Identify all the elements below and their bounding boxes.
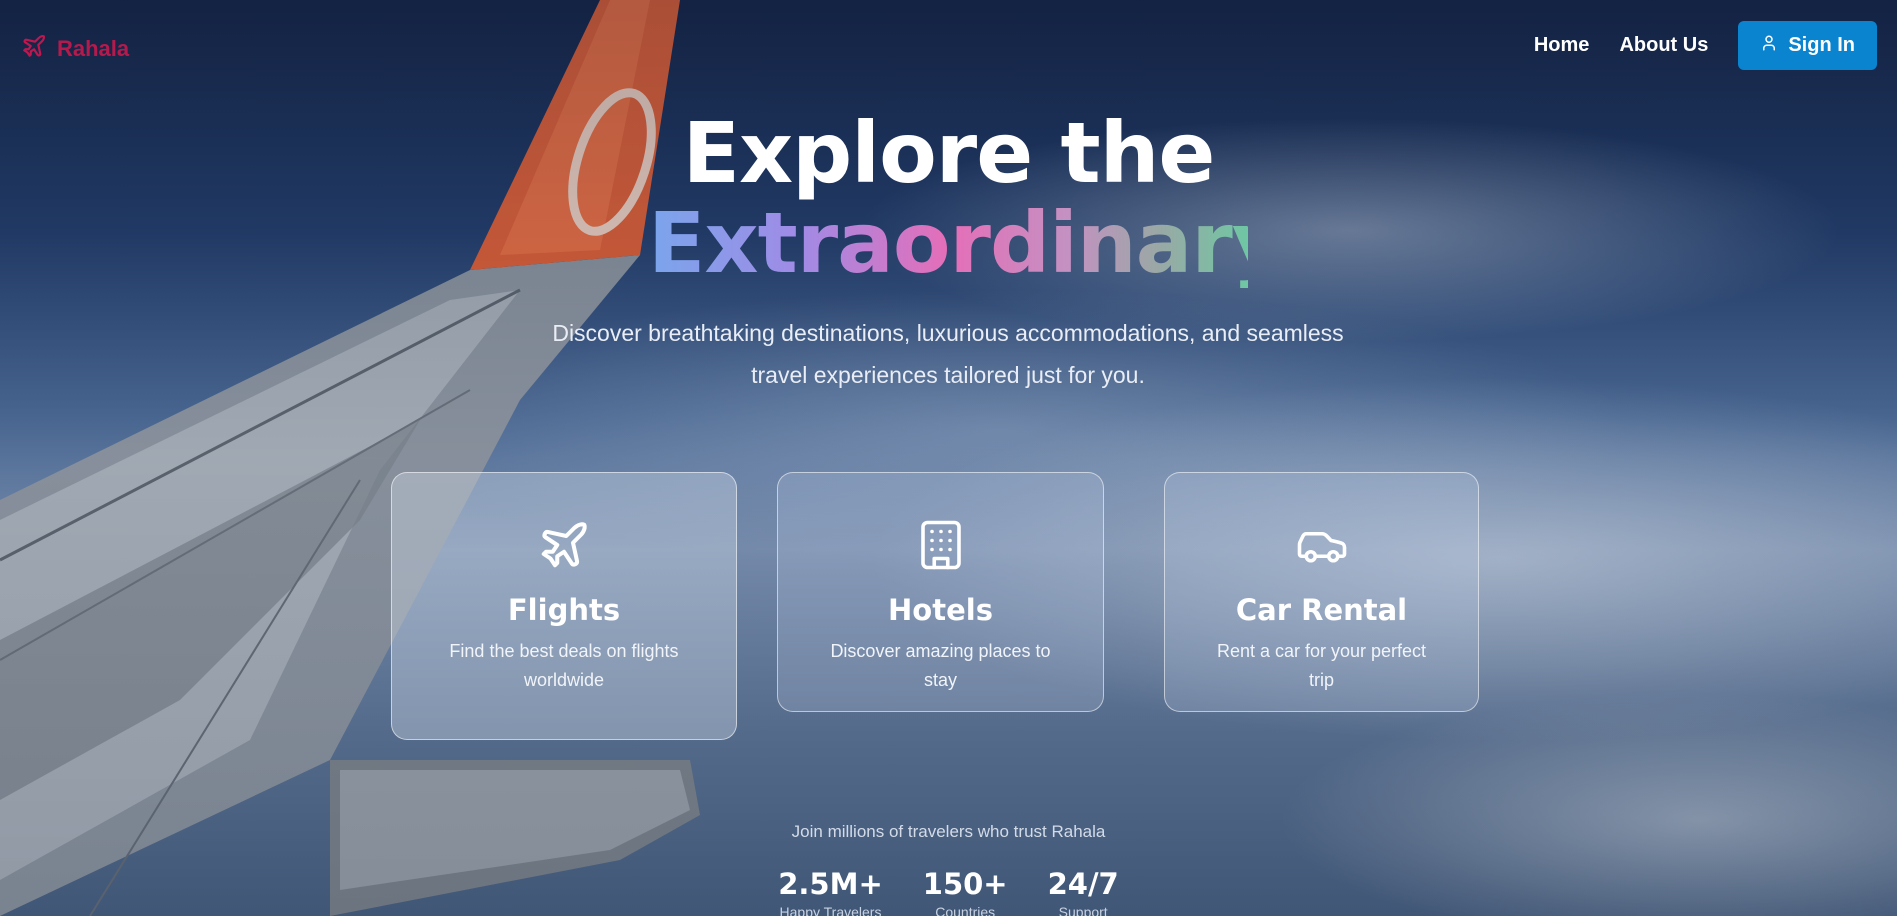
stat-label: Happy Travelers xyxy=(779,904,882,916)
service-title: Hotels xyxy=(888,593,993,627)
stat-label: Support xyxy=(1058,904,1108,916)
nav-link-home[interactable]: Home xyxy=(1534,34,1590,57)
hero-title-line-2: Extraordinary xyxy=(648,194,1287,292)
service-card-car-rental[interactable]: Car Rental Rent a car for your perfect t… xyxy=(1164,472,1479,712)
user-icon xyxy=(1760,34,1778,58)
hero-subtitle: Discover breathtaking destinations, luxu… xyxy=(552,320,1344,388)
building-icon xyxy=(914,517,968,573)
trust-text: Join millions of travelers who trust Rah… xyxy=(791,822,1106,841)
service-card-hotels[interactable]: Hotels Discover amazing places to stay xyxy=(777,472,1104,712)
service-description: Rent a car for your perfect trip xyxy=(1216,641,1427,690)
service-description: Find the best deals on flights worldwide xyxy=(449,641,679,690)
top-navbar: Rahala Home About Us Sign In xyxy=(0,0,1897,92)
nav-links: Home About Us Sign In xyxy=(1534,21,1877,70)
car-icon xyxy=(1293,517,1351,573)
service-title: Flights xyxy=(507,593,621,627)
stat-value: 150+ xyxy=(922,867,1008,901)
nav-link-about-us[interactable]: About Us xyxy=(1619,34,1708,57)
stat-happy-travelers: 2.5M+ Happy Travelers xyxy=(778,866,883,916)
stat-label: Countries xyxy=(935,904,996,916)
stat-value: 2.5M+ xyxy=(778,867,883,901)
brand-name: Rahala xyxy=(57,35,130,61)
stat-value: 24/7 xyxy=(1047,867,1119,901)
stats-row: 2.5M+ Happy Travelers 150+ Countries 24/… xyxy=(0,866,1897,916)
service-title: Car Rental xyxy=(1235,593,1408,627)
stat-support: 24/7 Support xyxy=(1048,866,1119,916)
plane-icon xyxy=(21,33,47,64)
service-description: Discover amazing places to stay xyxy=(830,641,1051,690)
stat-countries: 150+ Countries xyxy=(923,866,1008,916)
sign-in-label: Sign In xyxy=(1788,34,1855,56)
service-card-flights[interactable]: Flights Find the best deals on flights w… xyxy=(391,472,737,740)
hero-title-line-1: Explore the xyxy=(682,104,1216,202)
brand-logo[interactable]: Rahala xyxy=(21,33,129,64)
plane-icon xyxy=(537,517,591,573)
sign-in-button[interactable]: Sign In xyxy=(1738,21,1877,70)
